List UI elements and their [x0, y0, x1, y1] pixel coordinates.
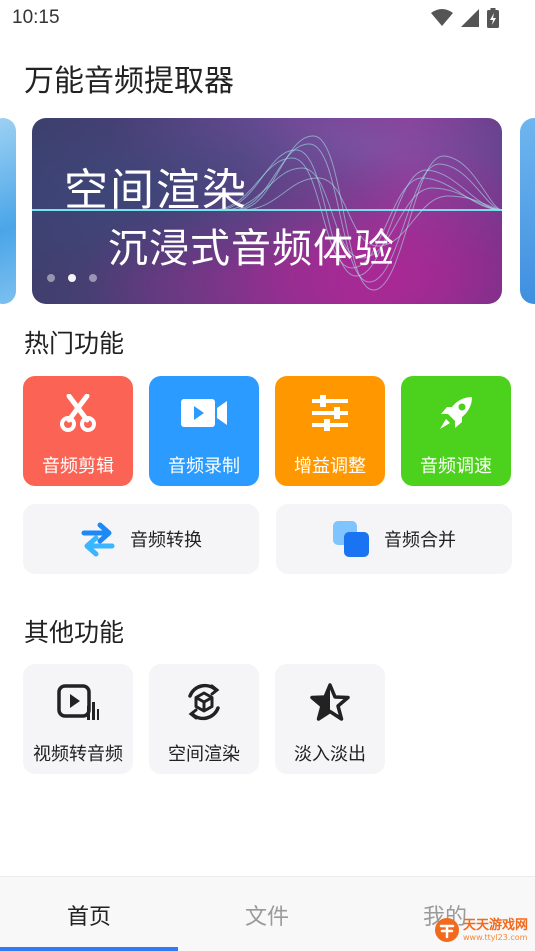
audio-merge-label: 音频合并	[384, 530, 456, 551]
audio-cut-label: 音频剪辑	[42, 456, 114, 477]
scissors-icon	[60, 394, 96, 432]
spatial-cube-icon	[188, 683, 220, 721]
video-to-audio-label: 视频转音频	[33, 744, 123, 765]
watermark-text: 天天游戏网	[463, 917, 529, 933]
merge-squares-icon	[333, 521, 369, 557]
tab-files[interactable]: 文件	[178, 877, 356, 951]
status-bar: 10:15	[0, 0, 535, 36]
convert-arrows-icon	[81, 522, 115, 557]
banner-title: 空间渲染	[64, 165, 248, 216]
sliders-icon	[312, 395, 348, 431]
gain-adjust-button[interactable]: 增益调整	[275, 376, 385, 486]
carousel-dots	[47, 274, 97, 282]
banner-carousel[interactable]: 空间渲染 沉浸式音频体验	[32, 118, 502, 304]
audio-record-label: 音频录制	[168, 456, 240, 477]
watermark-url: www.ttyl23.com	[463, 932, 528, 942]
banner-peek-next[interactable]	[520, 118, 535, 304]
video-record-icon	[181, 399, 227, 427]
active-tab-indicator	[0, 947, 178, 951]
page-title: 万能音频提取器	[24, 64, 234, 99]
rocket-icon	[440, 397, 472, 429]
other-section-title: 其他功能	[24, 618, 125, 647]
audio-merge-button[interactable]: 音频合并	[276, 504, 512, 574]
carousel-dot[interactable]	[47, 274, 55, 282]
audio-convert-label: 音频转换	[130, 530, 202, 551]
signal-icon	[461, 9, 479, 27]
gain-adjust-label: 增益调整	[294, 456, 366, 477]
audio-cut-button[interactable]: 音频剪辑	[23, 376, 133, 486]
spatial-render-label: 空间渲染	[168, 744, 240, 765]
status-icons	[431, 8, 499, 28]
tab-home[interactable]: 首页	[0, 877, 178, 951]
audio-convert-button[interactable]: 音频转换	[23, 504, 259, 574]
carousel-dot-active[interactable]	[68, 274, 76, 282]
battery-charging-icon	[487, 8, 499, 28]
audio-speed-label: 音频调速	[420, 456, 492, 477]
hot-section-title: 热门功能	[24, 329, 125, 358]
status-time: 10:15	[12, 7, 60, 28]
watermark: 天天游戏网 www.ttyl23.com	[434, 912, 534, 948]
audio-speed-button[interactable]: 音频调速	[401, 376, 511, 486]
carousel-dot[interactable]	[89, 274, 97, 282]
video-to-audio-icon	[57, 684, 99, 720]
watermark-logo-icon	[435, 918, 459, 942]
banner-subtitle: 沉浸式音频体验	[108, 226, 395, 272]
wifi-icon	[431, 9, 453, 26]
audio-record-button[interactable]: 音频录制	[149, 376, 259, 486]
banner-peek-previous[interactable]	[0, 118, 16, 304]
fade-in-out-label: 淡入淡出	[294, 744, 366, 765]
star-fade-icon	[310, 683, 350, 721]
spatial-render-button[interactable]: 空间渲染	[149, 664, 259, 774]
video-to-audio-button[interactable]: 视频转音频	[23, 664, 133, 774]
fade-in-out-button[interactable]: 淡入淡出	[275, 664, 385, 774]
